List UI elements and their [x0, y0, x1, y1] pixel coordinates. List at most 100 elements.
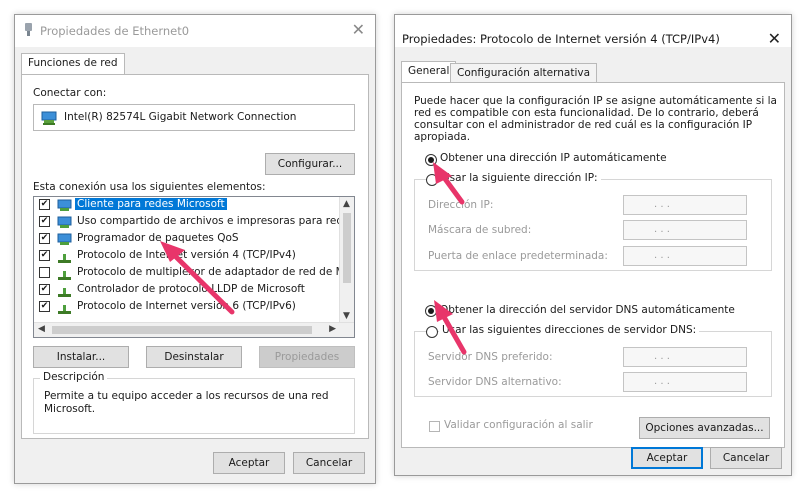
ip-dots: . . .	[654, 199, 670, 210]
file-sharing-icon	[57, 216, 72, 228]
protocol-icon	[58, 305, 71, 314]
window-title: Propiedades de Ethernet0	[40, 24, 190, 38]
network-client-icon	[57, 199, 72, 211]
radio-auto-dns-label[interactable]: Obtener la dirección del servidor DNS au…	[440, 304, 735, 316]
ethernet-properties-window: Propiedades de Ethernet0 ✕ Funciones de …	[14, 14, 376, 484]
item-checkbox[interactable]: ✔	[39, 216, 50, 227]
subnet-mask-label: Máscara de subred:	[428, 224, 532, 236]
ip-dots: . . .	[654, 376, 670, 387]
close-icon[interactable]: ✕	[768, 29, 781, 48]
scroll-thumb[interactable]	[343, 213, 351, 283]
preferred-dns-label: Servidor DNS preferido:	[428, 351, 553, 363]
tab-alternate-config[interactable]: Configuración alternativa	[450, 63, 598, 83]
item-checkbox[interactable]: ✔	[39, 199, 50, 210]
radio-manual-ip-label[interactable]: Usar la siguiente dirección IP:	[439, 172, 601, 184]
description-text-line2: Microsoft.	[44, 403, 96, 415]
list-item[interactable]: ✔ Protocolo de Internet versión 6 (TCP/IP…	[34, 299, 334, 316]
radio-manual-dns[interactable]	[426, 326, 438, 338]
configure-button[interactable]: Configurar...	[265, 153, 355, 175]
ip-dots: . . .	[654, 250, 670, 261]
tab-panel: Puede hacer que la configuración IP se a…	[401, 82, 785, 448]
ip-address-label: Dirección IP:	[428, 199, 494, 211]
radio-auto-ip-label[interactable]: Obtener una dirección IP automáticamente	[440, 152, 667, 164]
adapter-name: Intel(R) 82574L Gigabit Network Connecti…	[64, 111, 297, 123]
scroll-right-icon[interactable]: ▶	[329, 324, 336, 334]
protocol-icon	[58, 254, 71, 263]
list-item-label: Protocolo de Internet versión 4 (TCP/IPv…	[77, 249, 296, 261]
subnet-mask-input[interactable]: . . .	[623, 220, 747, 240]
description-group: Descripción Permite a tu equipo acceder …	[33, 371, 355, 434]
tab-network-functions[interactable]: Funciones de red	[21, 53, 125, 75]
scroll-down-icon[interactable]: ▼	[343, 311, 350, 321]
list-item-label: Programador de paquetes QoS	[77, 232, 239, 244]
protocol-icon	[58, 288, 71, 297]
list-item[interactable]: ✔ Protocolo de Internet versión 4 (TCP/IP…	[34, 248, 334, 265]
radio-manual-dns-label[interactable]: Usar las siguientes direcciones de servi…	[439, 324, 700, 336]
network-adapter-icon	[41, 111, 57, 125]
ok-button[interactable]: Aceptar	[213, 452, 285, 474]
horizontal-scrollbar[interactable]: ◀ ▶	[34, 322, 354, 337]
item-checkbox[interactable]: ✔	[39, 284, 50, 295]
ok-button[interactable]: Aceptar	[631, 447, 703, 469]
tab-general[interactable]: General	[401, 61, 457, 83]
list-item-label: Cliente para redes Microsoft	[75, 198, 227, 210]
radio-dot	[428, 157, 434, 163]
manual-ip-group: Usar la siguiente dirección IP: Direcció…	[414, 172, 772, 271]
manual-dns-group: Usar las siguientes direcciones de servi…	[414, 324, 772, 397]
description-legend: Descripción	[40, 371, 108, 383]
intro-text-line1: Puede hacer que la configuración IP se a…	[414, 95, 777, 107]
adapter-field: Intel(R) 82574L Gigabit Network Connecti…	[33, 104, 355, 131]
items-label: Esta conexión usa los siguientes element…	[33, 181, 266, 193]
tab-panel: Conectar con: Intel(R) 82574L Gigabit Ne…	[21, 74, 369, 439]
item-checkbox[interactable]	[39, 267, 50, 278]
list-item[interactable]: ✔ Programador de paquetes QoS	[34, 231, 334, 248]
connect-label: Conectar con:	[33, 87, 107, 99]
intro-text-line3: consultar con el administrador de red cu…	[414, 119, 753, 131]
validate-label[interactable]: Validar configuración al salir	[444, 419, 593, 431]
close-icon[interactable]: ✕	[352, 20, 365, 39]
description-text-line1: Permite a tu equipo acceder a los recurs…	[44, 390, 329, 402]
intro-text-line4: apropiada.	[414, 131, 471, 143]
uninstall-button[interactable]: Desinstalar	[146, 346, 242, 368]
list-item-label: Uso compartido de archivos e impresoras …	[77, 215, 355, 227]
list-item[interactable]: ✔ Cliente para redes Microsoft	[34, 197, 334, 214]
item-checkbox[interactable]: ✔	[39, 233, 50, 244]
list-item-label: Protocolo de Internet versión 6 (TCP/IPv…	[77, 300, 296, 312]
radio-auto-ip[interactable]	[425, 154, 437, 166]
scroll-up-icon[interactable]: ▲	[343, 199, 350, 209]
title-bar: Propiedades: Protocolo de Internet versi…	[395, 15, 791, 48]
list-item[interactable]: Protocolo de multiplexor de adaptador de…	[34, 265, 354, 282]
tab-label: General	[408, 65, 450, 77]
list-item-label: Controlador de protocolo LLDP de Microso…	[77, 283, 305, 295]
list-item[interactable]: ✔ Uso compartido de archivos e impresoras…	[34, 214, 354, 231]
ip-address-input[interactable]: . . .	[623, 195, 747, 215]
scroll-thumb[interactable]	[52, 326, 312, 334]
item-checkbox[interactable]: ✔	[39, 301, 50, 312]
properties-button[interactable]: Propiedades	[259, 346, 355, 368]
preferred-dns-input[interactable]: . . .	[623, 347, 747, 367]
network-service-icon	[57, 233, 72, 245]
list-item[interactable]: ✔ Controlador de protocolo LLDP de Micros…	[34, 282, 334, 299]
network-adapter-icon	[25, 23, 32, 36]
item-checkbox[interactable]: ✔	[39, 250, 50, 261]
cancel-button[interactable]: Cancelar	[293, 452, 365, 474]
protocol-icon	[58, 271, 71, 280]
tab-label: Configuración alternativa	[457, 67, 591, 79]
vertical-scrollbar[interactable]: ▲ ▼	[339, 197, 354, 323]
cancel-button[interactable]: Cancelar	[710, 447, 782, 469]
window-title: Propiedades: Protocolo de Internet versi…	[402, 32, 720, 46]
radio-manual-ip[interactable]	[426, 174, 438, 186]
components-list[interactable]: ✔ Cliente para redes Microsoft ✔ Uso compar…	[33, 196, 355, 338]
radio-dot	[428, 308, 434, 314]
advanced-options-button[interactable]: Opciones avanzadas...	[639, 417, 770, 439]
intro-text-line2: red es compatible con esta funcionalidad…	[414, 107, 759, 119]
install-button[interactable]: Instalar...	[33, 346, 129, 368]
alternate-dns-input[interactable]: . . .	[623, 372, 747, 392]
validate-checkbox[interactable]	[429, 421, 440, 432]
radio-auto-dns[interactable]	[425, 305, 437, 317]
scroll-left-icon[interactable]: ◀	[38, 324, 45, 334]
gateway-input[interactable]: . . .	[623, 246, 747, 266]
tab-label: Funciones de red	[28, 57, 118, 69]
ip-dots: . . .	[654, 351, 670, 362]
gateway-label: Puerta de enlace predeterminada:	[428, 250, 608, 262]
